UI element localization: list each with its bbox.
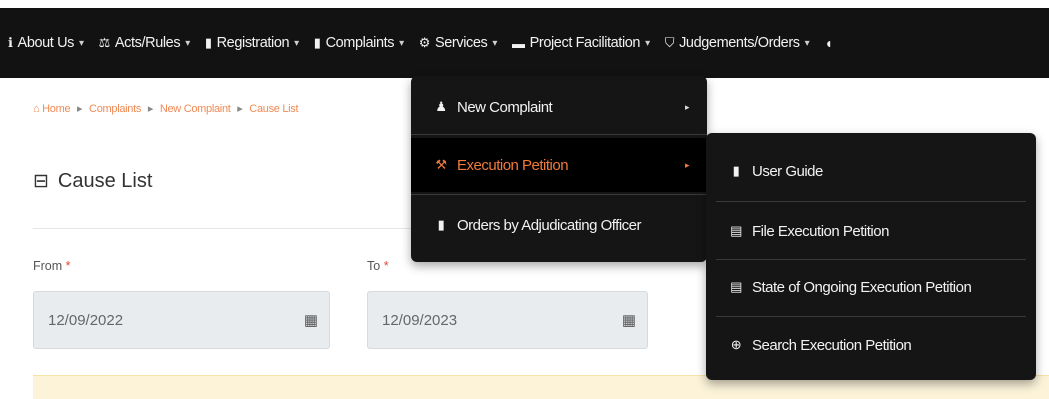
required-mark: * (383, 259, 389, 273)
binoculars-icon: ⊕ (730, 337, 742, 352)
file-text-icon: ▤ (730, 279, 742, 294)
menu-item-label: File Execution Petition (752, 222, 889, 240)
menu-item-orders-by-adjudicating-officer[interactable]: ▮ Orders by Adjudicating Officer (411, 198, 707, 252)
user-icon: ♟ (435, 99, 447, 114)
menu-divider (411, 194, 707, 195)
execution-petition-submenu: ▮ User Guide ▤ File Execution Petition ▤… (706, 133, 1036, 380)
cogs-icon: ⚙ (418, 35, 431, 50)
calendar-icon[interactable]: ▦ (611, 311, 647, 329)
main-navbar: ℹ About Us ▾ ⚖ Acts/Rules ▾ ▮ Registrati… (0, 8, 1049, 78)
breadcrumb-cause-list: Cause List (249, 103, 299, 115)
menu-item-user-guide[interactable]: ▮ User Guide (706, 145, 1036, 197)
menu-divider (716, 316, 1026, 317)
menu-divider (411, 134, 707, 135)
list-icon: ⊟ (33, 171, 49, 192)
calendar-icon[interactable]: ▦ (293, 311, 329, 329)
breadcrumb-complaints[interactable]: Complaints (89, 103, 141, 115)
menu-item-label: Orders by Adjudicating Officer (457, 216, 641, 234)
chevron-down-icon: ▾ (294, 37, 299, 49)
nav-label: About Us (17, 35, 75, 51)
nav-label: Registration (216, 35, 290, 51)
to-label-text: To (367, 259, 381, 273)
from-label-text: From (33, 259, 63, 273)
breadcrumb: ⌂ Home ▸ Complaints ▸ New Complaint ▸ Ca… (33, 102, 299, 115)
menu-item-label: Search Execution Petition (752, 336, 912, 354)
chevron-down-icon: ▾ (645, 37, 650, 49)
to-label: To * (367, 259, 389, 273)
chevron-right-icon: ▸ (685, 159, 690, 170)
breadcrumb-separator: ▸ (237, 103, 243, 115)
breadcrumb-new-complaint[interactable]: New Complaint (160, 103, 231, 115)
menu-item-file-execution-petition[interactable]: ▤ File Execution Petition (706, 205, 1036, 257)
menu-item-new-complaint[interactable]: ♟ New Complaint ▸ (411, 82, 707, 132)
breadcrumb-home[interactable]: Home (42, 103, 70, 115)
menu-divider (716, 259, 1026, 260)
menu-item-execution-petition[interactable]: ⚒ Execution Petition ▸ (411, 138, 707, 192)
chevron-down-icon: ▾ (399, 37, 404, 49)
menu-item-label: Execution Petition (457, 156, 569, 174)
folder-icon: ▬ (512, 35, 525, 51)
menu-divider (716, 201, 1026, 202)
menu-item-state-of-ongoing-execution-petition[interactable]: ▤ State of Ongoing Execution Petition (706, 261, 1036, 313)
chevron-down-icon: ▾ (79, 37, 84, 49)
from-label: From * (33, 259, 71, 273)
gavel-icon: ⚒ (435, 157, 447, 172)
file-icon: ▮ (437, 217, 445, 232)
nav-overflow-icon[interactable]: ◖ (824, 35, 832, 51)
nav-project-facilitation[interactable]: ▬ Project Facilitation ▾ (512, 35, 650, 51)
from-date-value[interactable]: 12/09/2022 (34, 312, 293, 329)
top-strip (0, 0, 1049, 8)
complaints-dropdown-menu: ♟ New Complaint ▸ ⚒ Execution Petition ▸… (411, 76, 707, 262)
nav-complaints[interactable]: ▮ Complaints ▾ (314, 35, 404, 51)
page-title-text: Cause List (57, 170, 153, 192)
book-icon: ▮ (732, 163, 740, 178)
nav-about-us[interactable]: ℹ About Us ▾ (8, 35, 84, 51)
menu-item-label: User Guide (752, 162, 823, 180)
nav-registration[interactable]: ▮ Registration ▾ (205, 35, 299, 51)
required-mark: * (65, 259, 71, 273)
nav-services[interactable]: ⚙ Services ▾ (418, 35, 498, 51)
home-icon: ⌂ (33, 103, 40, 115)
chevron-down-icon: ▾ (804, 37, 810, 49)
page-title: ⊟ Cause List (33, 170, 152, 193)
nav-label: Acts/Rules (114, 35, 181, 51)
breadcrumb-separator: ▸ (147, 103, 154, 115)
info-circle-icon: ℹ (8, 35, 13, 50)
chevron-down-icon: ▾ (185, 37, 190, 49)
nav-label: Project Facilitation (529, 35, 641, 51)
to-date-value[interactable]: 12/09/2023 (368, 312, 611, 329)
menu-item-label: New Complaint (457, 98, 553, 116)
shield-icon: ⛉ (664, 35, 675, 50)
nav-label: Services (434, 35, 488, 51)
to-date-field[interactable]: 12/09/2023 ▦ (367, 291, 648, 349)
file-icon: ▮ (204, 35, 212, 50)
file-text-icon: ▤ (730, 223, 742, 238)
chevron-right-icon: ▸ (685, 101, 690, 112)
breadcrumb-separator: ▸ (77, 103, 83, 115)
nav-label: Judgements/Orders (679, 35, 800, 51)
chevron-down-icon: ▾ (492, 37, 498, 49)
nav-acts-rules[interactable]: ⚖ Acts/Rules ▾ (98, 35, 191, 51)
gavel-icon: ⚖ (98, 35, 111, 50)
nav-label: Complaints (325, 35, 395, 51)
menu-item-label: State of Ongoing Execution Petition (752, 278, 972, 296)
nav-judgements-orders[interactable]: ⛉ Judgements/Orders ▾ (665, 35, 810, 51)
menu-item-search-execution-petition[interactable]: ⊕ Search Execution Petition (706, 319, 1036, 371)
from-date-field[interactable]: 12/09/2022 ▦ (33, 291, 330, 349)
clipboard-icon: ▮ (313, 35, 321, 50)
